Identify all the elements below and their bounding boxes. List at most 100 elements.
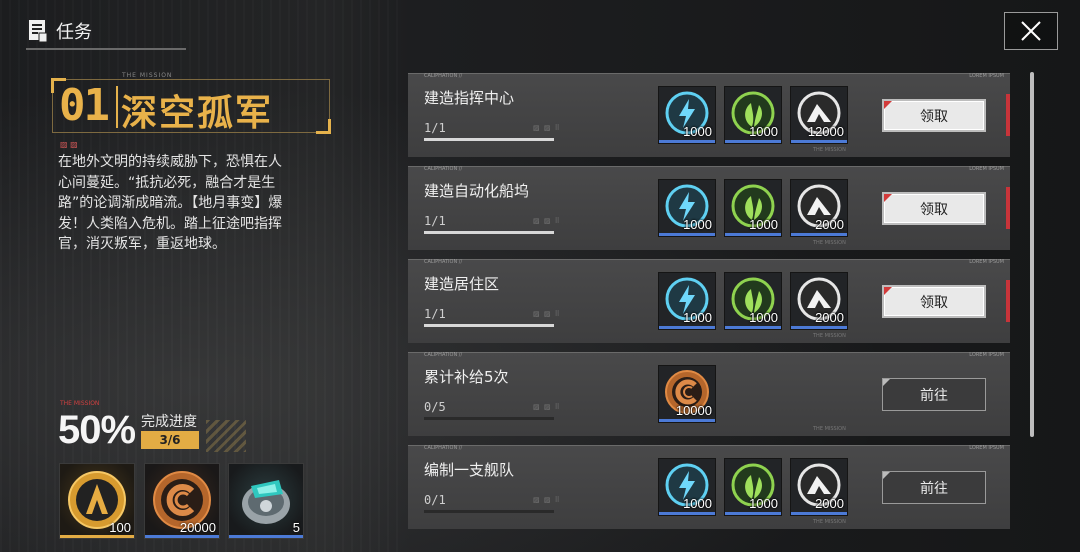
task-reward-slot[interactable]: 10000	[658, 365, 716, 423]
task-row: CALIPHATION // LOREM IPSUM 建造居住区 1/1 ▨ ▨…	[408, 259, 1010, 343]
task-reward-slot[interactable]: 2000	[790, 458, 848, 516]
page-title: 任务	[56, 22, 92, 43]
task-row: CALIPHATION // LOREM IPSUM 编制一支舰队 0/1 ▨ …	[408, 445, 1010, 529]
reward-rarity-bar	[229, 535, 303, 538]
go-button[interactable]: 前往	[882, 378, 986, 411]
task-reward-slot[interactable]: 1000	[658, 179, 716, 237]
claim-button[interactable]: 领取	[882, 99, 986, 132]
task-progress-text: 1/1	[424, 214, 446, 228]
task-progress-marks-icon: ▨ ▨ ⠿	[533, 496, 561, 504]
task-tag: CALIPHATION //	[424, 166, 463, 172]
task-list-scrollbar[interactable]	[1030, 72, 1034, 437]
task-row: CALIPHATION // LOREM IPSUM 建造自动化船坞 1/1 ▨…	[408, 166, 1010, 250]
task-progress-fill	[424, 231, 554, 234]
task-progress-marks-icon: ▨ ▨ ⠿	[533, 310, 561, 318]
mission-reward-item[interactable]: 20000	[144, 463, 220, 539]
mission-reward-item[interactable]: 5	[228, 463, 304, 539]
task-reward-quantity: 10000	[675, 403, 712, 418]
task-reward-quantity: 2000	[815, 496, 844, 511]
task-row: CALIPHATION // LOREM IPSUM 建造指挥中心 1/1 ▨ …	[408, 73, 1010, 157]
task-tag-right: LOREM IPSUM	[969, 166, 1004, 172]
task-footer-tag: THE MISSION	[813, 426, 846, 432]
task-progress-bar	[424, 417, 554, 420]
reward-rarity-bar	[659, 326, 715, 329]
task-progress-text: 0/1	[424, 493, 446, 507]
task-reward-quantity: 1000	[683, 217, 712, 232]
mission-tag: THE MISSION	[122, 72, 173, 79]
mission-reward-item[interactable]: 100	[59, 463, 135, 539]
mission-separator	[116, 86, 118, 128]
reward-quantity: 100	[109, 520, 131, 535]
claimable-indicator	[1006, 280, 1010, 322]
task-name: 编制一支舰队	[424, 461, 515, 479]
task-reward-slot[interactable]: 2000	[790, 179, 848, 237]
task-reward-slot[interactable]: 2000	[790, 272, 848, 330]
reward-rarity-bar	[791, 140, 847, 143]
task-progress-text: 1/1	[424, 307, 446, 321]
task-progress-marks-icon: ▨ ▨ ⠿	[533, 124, 561, 132]
claim-button[interactable]: 领取	[882, 192, 986, 225]
reward-rarity-bar	[791, 233, 847, 236]
reward-rarity-bar	[791, 512, 847, 515]
task-list-icon	[28, 19, 48, 43]
progress-hatch-decoration	[206, 420, 246, 452]
task-progress-fill	[424, 324, 554, 327]
claimable-indicator	[1006, 187, 1010, 229]
task-footer-tag: THE MISSION	[813, 333, 846, 339]
task-tag-right: LOREM IPSUM	[969, 259, 1004, 265]
task-reward-slot[interactable]: 1000	[658, 86, 716, 144]
header-underline	[26, 48, 186, 50]
mission-number: 01	[59, 80, 110, 131]
task-tag-right: LOREM IPSUM	[969, 352, 1004, 358]
task-tag-right: LOREM IPSUM	[969, 73, 1004, 79]
progress-count: 3/6	[141, 431, 199, 449]
close-icon	[1021, 21, 1041, 41]
task-progress-bar	[424, 138, 554, 141]
task-reward-quantity: 1000	[749, 310, 778, 325]
task-reward-quantity: 1000	[683, 310, 712, 325]
go-button[interactable]: 前往	[882, 471, 986, 504]
progress-percent: 50%	[58, 408, 136, 452]
task-reward-slot[interactable]: 1000	[658, 272, 716, 330]
reward-rarity-bar	[659, 419, 715, 422]
task-footer-tag: THE MISSION	[813, 240, 846, 246]
task-tag: CALIPHATION //	[424, 259, 463, 265]
close-button[interactable]	[1004, 12, 1058, 50]
task-progress-bar	[424, 231, 554, 234]
task-progress-text: 1/1	[424, 121, 446, 135]
reward-rarity-bar	[791, 326, 847, 329]
task-name: 建造自动化船坞	[424, 182, 530, 200]
header: 任务	[28, 18, 92, 44]
task-reward-slot[interactable]: 1000	[724, 458, 782, 516]
task-footer-tag: THE MISSION	[813, 519, 846, 525]
task-tag: CALIPHATION //	[424, 445, 463, 451]
task-reward-slot[interactable]: 1000	[658, 458, 716, 516]
task-footer-tag: THE MISSION	[813, 147, 846, 153]
reward-rarity-bar	[60, 535, 134, 538]
reward-rarity-bar	[145, 535, 219, 538]
reward-rarity-bar	[725, 512, 781, 515]
task-progress-fill	[424, 138, 554, 141]
task-reward-slot[interactable]: 1000	[724, 86, 782, 144]
task-row: CALIPHATION // LOREM IPSUM 累计补给5次 0/5 ▨ …	[408, 352, 1010, 436]
reward-rarity-bar	[725, 326, 781, 329]
task-reward-quantity: 12000	[807, 124, 844, 139]
reward-rarity-bar	[725, 233, 781, 236]
task-progress-marks-icon: ▨ ▨ ⠿	[533, 217, 561, 225]
task-reward-slot[interactable]: 1000	[724, 179, 782, 237]
task-tag: CALIPHATION //	[424, 352, 463, 358]
task-reward-slot[interactable]: 1000	[724, 272, 782, 330]
claim-button[interactable]: 领取	[882, 285, 986, 318]
task-progress-text: 0/5	[424, 400, 446, 414]
task-reward-quantity: 2000	[815, 217, 844, 232]
task-reward-slot[interactable]: 12000	[790, 86, 848, 144]
task-progress-bar	[424, 324, 554, 327]
mission-name: 深空孤军	[121, 93, 274, 134]
reward-rarity-bar	[659, 512, 715, 515]
task-tag: CALIPHATION //	[424, 73, 463, 79]
task-tag-right: LOREM IPSUM	[969, 445, 1004, 451]
reward-rarity-bar	[725, 140, 781, 143]
mission-title-box: 01 深空孤军	[51, 78, 331, 134]
reward-quantity: 5	[292, 520, 300, 535]
task-reward-quantity: 1000	[749, 124, 778, 139]
